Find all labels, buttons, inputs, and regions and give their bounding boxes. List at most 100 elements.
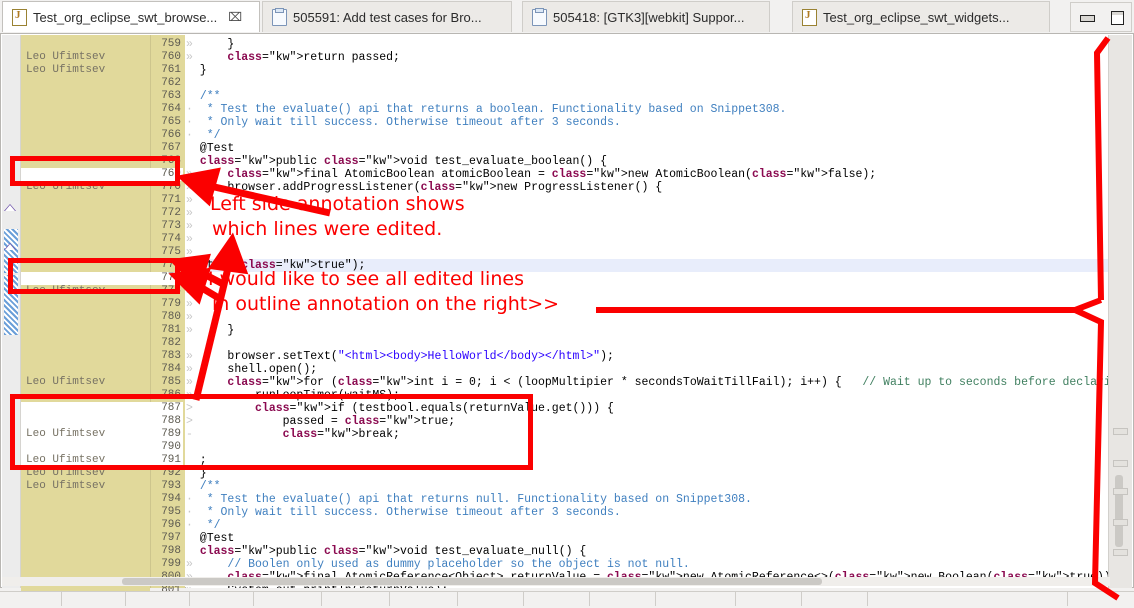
author-annotation-row[interactable] bbox=[21, 246, 150, 259]
code-line[interactable]: » bbox=[186, 207, 200, 220]
code-line[interactable]: · * Only wait till success. Otherwise ti… bbox=[186, 116, 621, 129]
change-ruler[interactable] bbox=[2, 35, 21, 588]
code-line[interactable]: class="kw">public class="kw">void test_e… bbox=[186, 155, 607, 168]
author-annotation-row[interactable] bbox=[21, 77, 150, 90]
code-line[interactable]: @Test bbox=[186, 142, 234, 155]
author-annotation-row[interactable]: Leo Ufimtsev bbox=[21, 181, 150, 194]
code-line[interactable]: » class="kw">return passed; bbox=[186, 51, 400, 64]
code-line[interactable]: » bbox=[186, 233, 200, 246]
code-line[interactable]: » browser.setText("<html><body>HelloWorl… bbox=[186, 350, 614, 363]
author-annotation-row[interactable] bbox=[21, 194, 150, 207]
code-line[interactable]: /** bbox=[186, 90, 221, 103]
author-annotation-row[interactable]: Leo Ufimtsev bbox=[21, 285, 150, 298]
author-annotation-row[interactable] bbox=[21, 233, 150, 246]
author-annotation-row[interactable] bbox=[21, 207, 150, 220]
author-annotation-row[interactable] bbox=[21, 545, 150, 558]
author-annotation-row[interactable] bbox=[21, 519, 150, 532]
editor-tab-1[interactable]: 505591: Add test cases for Bro... bbox=[262, 1, 512, 32]
author-annotation-row[interactable]: Leo Ufimtsev bbox=[21, 64, 150, 77]
maximize-icon[interactable] bbox=[1110, 11, 1123, 23]
code-line[interactable]: » bbox=[186, 272, 200, 285]
code-line[interactable]: » bbox=[186, 194, 200, 207]
code-line[interactable]: · */ bbox=[186, 129, 221, 142]
code-line[interactable]: ; bbox=[186, 454, 207, 467]
author-annotation-row[interactable] bbox=[21, 389, 150, 402]
author-annotation-row[interactable]: Leo Ufimtsev bbox=[21, 480, 150, 493]
author-annotation-row[interactable] bbox=[21, 129, 150, 142]
horizontal-scrollbar[interactable] bbox=[2, 577, 1110, 586]
fold-collapse-icon[interactable] bbox=[5, 203, 17, 213]
code-line[interactable]: · */ bbox=[186, 519, 221, 532]
author-annotation-row[interactable] bbox=[21, 142, 150, 155]
author-annotation-row[interactable] bbox=[21, 155, 150, 168]
code-line[interactable]: · * Only wait till success. Otherwise ti… bbox=[186, 506, 621, 519]
code-line[interactable]: » } bbox=[186, 38, 234, 51]
author-annotation-row[interactable] bbox=[21, 324, 150, 337]
author-annotation-row[interactable] bbox=[21, 493, 150, 506]
author-annotation-row[interactable] bbox=[21, 441, 150, 454]
code-line[interactable]: } bbox=[186, 64, 207, 77]
overview-marker[interactable] bbox=[1113, 519, 1128, 526]
author-annotation-row[interactable]: Leo Ufimtsev bbox=[21, 376, 150, 389]
change-marker[interactable] bbox=[4, 275, 18, 335]
code-line[interactable]: » class="kw">final AtomicBoolean atomicB… bbox=[186, 168, 876, 181]
code-line[interactable]: /** bbox=[186, 480, 221, 493]
author-annotation-column[interactable]: Leo UfimtsevLeo UfimtsevLeo UfimtsevLeo … bbox=[21, 35, 151, 588]
author-annotation-row[interactable] bbox=[21, 90, 150, 103]
code-line[interactable]: » bbox=[186, 298, 200, 311]
author-annotation-row[interactable] bbox=[21, 532, 150, 545]
author-annotation-row[interactable] bbox=[21, 168, 150, 181]
code-line[interactable]: » bbox=[186, 220, 200, 233]
vertical-scrollbar-thumb[interactable] bbox=[1115, 475, 1123, 547]
code-editor[interactable]: Leo UfimtsevLeo UfimtsevLeo UfimtsevLeo … bbox=[0, 33, 1134, 588]
fold-collapse-icon[interactable] bbox=[5, 242, 17, 252]
author-annotation-row[interactable] bbox=[21, 272, 150, 285]
overview-marker[interactable] bbox=[1113, 549, 1128, 556]
author-annotation-row[interactable] bbox=[21, 506, 150, 519]
code-line[interactable]: @Test bbox=[186, 532, 234, 545]
author-annotation-row[interactable] bbox=[21, 38, 150, 51]
horizontal-scrollbar-thumb[interactable] bbox=[122, 578, 822, 585]
code-line[interactable] bbox=[186, 441, 200, 454]
code-text-area[interactable]: » }» class="kw">return passed; } /**· * … bbox=[186, 35, 1108, 588]
code-line[interactable]: » // Boolen only used as dummy placehold… bbox=[186, 558, 690, 571]
code-line[interactable]: - class="kw">break; bbox=[186, 428, 400, 441]
author-annotation-row[interactable] bbox=[21, 415, 150, 428]
code-line[interactable]: » shell.open(); bbox=[186, 363, 317, 376]
author-annotation-row[interactable] bbox=[21, 402, 150, 415]
overview-marker[interactable] bbox=[1113, 460, 1128, 467]
author-annotation-row[interactable] bbox=[21, 298, 150, 311]
overview-marker[interactable] bbox=[1113, 488, 1128, 495]
author-annotation-row[interactable] bbox=[21, 103, 150, 116]
minimize-icon[interactable] bbox=[1080, 11, 1093, 23]
author-annotation-row[interactable] bbox=[21, 220, 150, 233]
editor-tab-3[interactable]: Test_org_eclipse_swt_widgets... bbox=[792, 1, 1050, 32]
code-line[interactable] bbox=[186, 337, 200, 350]
code-line[interactable]: » bbox=[186, 311, 200, 324]
overview-ruler[interactable] bbox=[1108, 35, 1132, 588]
code-line[interactable]: · * Test the evaluate() api that returns… bbox=[186, 493, 752, 506]
author-annotation-row[interactable]: Leo Ufimtsev bbox=[21, 51, 150, 64]
author-annotation-row[interactable] bbox=[21, 337, 150, 350]
editor-tab-0[interactable]: Test_org_eclipse_swt_browse... ⌧ bbox=[2, 1, 260, 32]
author-annotation-row[interactable]: Leo Ufimtsev bbox=[21, 428, 150, 441]
code-line[interactable]: » runLoopTimer(waitMS); bbox=[186, 389, 400, 402]
author-annotation-row[interactable]: Leo Ufimtsev bbox=[21, 454, 150, 467]
author-annotation-row[interactable] bbox=[21, 259, 150, 272]
author-annotation-row[interactable] bbox=[21, 116, 150, 129]
code-line[interactable]: » eturn class="kw">true"); bbox=[186, 259, 1108, 272]
code-line[interactable]: » bbox=[186, 285, 200, 298]
code-line[interactable]: » } bbox=[186, 324, 234, 337]
editor-tab-2[interactable]: 505418: [GTK3][webkit] Suppor... bbox=[522, 1, 770, 32]
author-annotation-row[interactable] bbox=[21, 311, 150, 324]
author-annotation-row[interactable] bbox=[21, 350, 150, 363]
code-line[interactable] bbox=[186, 77, 200, 90]
code-line[interactable]: » class="kw">for (class="kw">int i = 0; … bbox=[186, 376, 1108, 389]
close-icon[interactable]: ⌧ bbox=[228, 10, 242, 24]
code-line[interactable]: · * Test the evaluate() api that returns… bbox=[186, 103, 786, 116]
code-line[interactable]: » browser.addProgressListener(class="kw"… bbox=[186, 181, 662, 194]
code-line[interactable]: > passed = class="kw">true; bbox=[186, 415, 455, 428]
code-line[interactable]: » bbox=[186, 246, 200, 259]
author-annotation-row[interactable] bbox=[21, 558, 150, 571]
overview-marker[interactable] bbox=[1113, 428, 1128, 435]
